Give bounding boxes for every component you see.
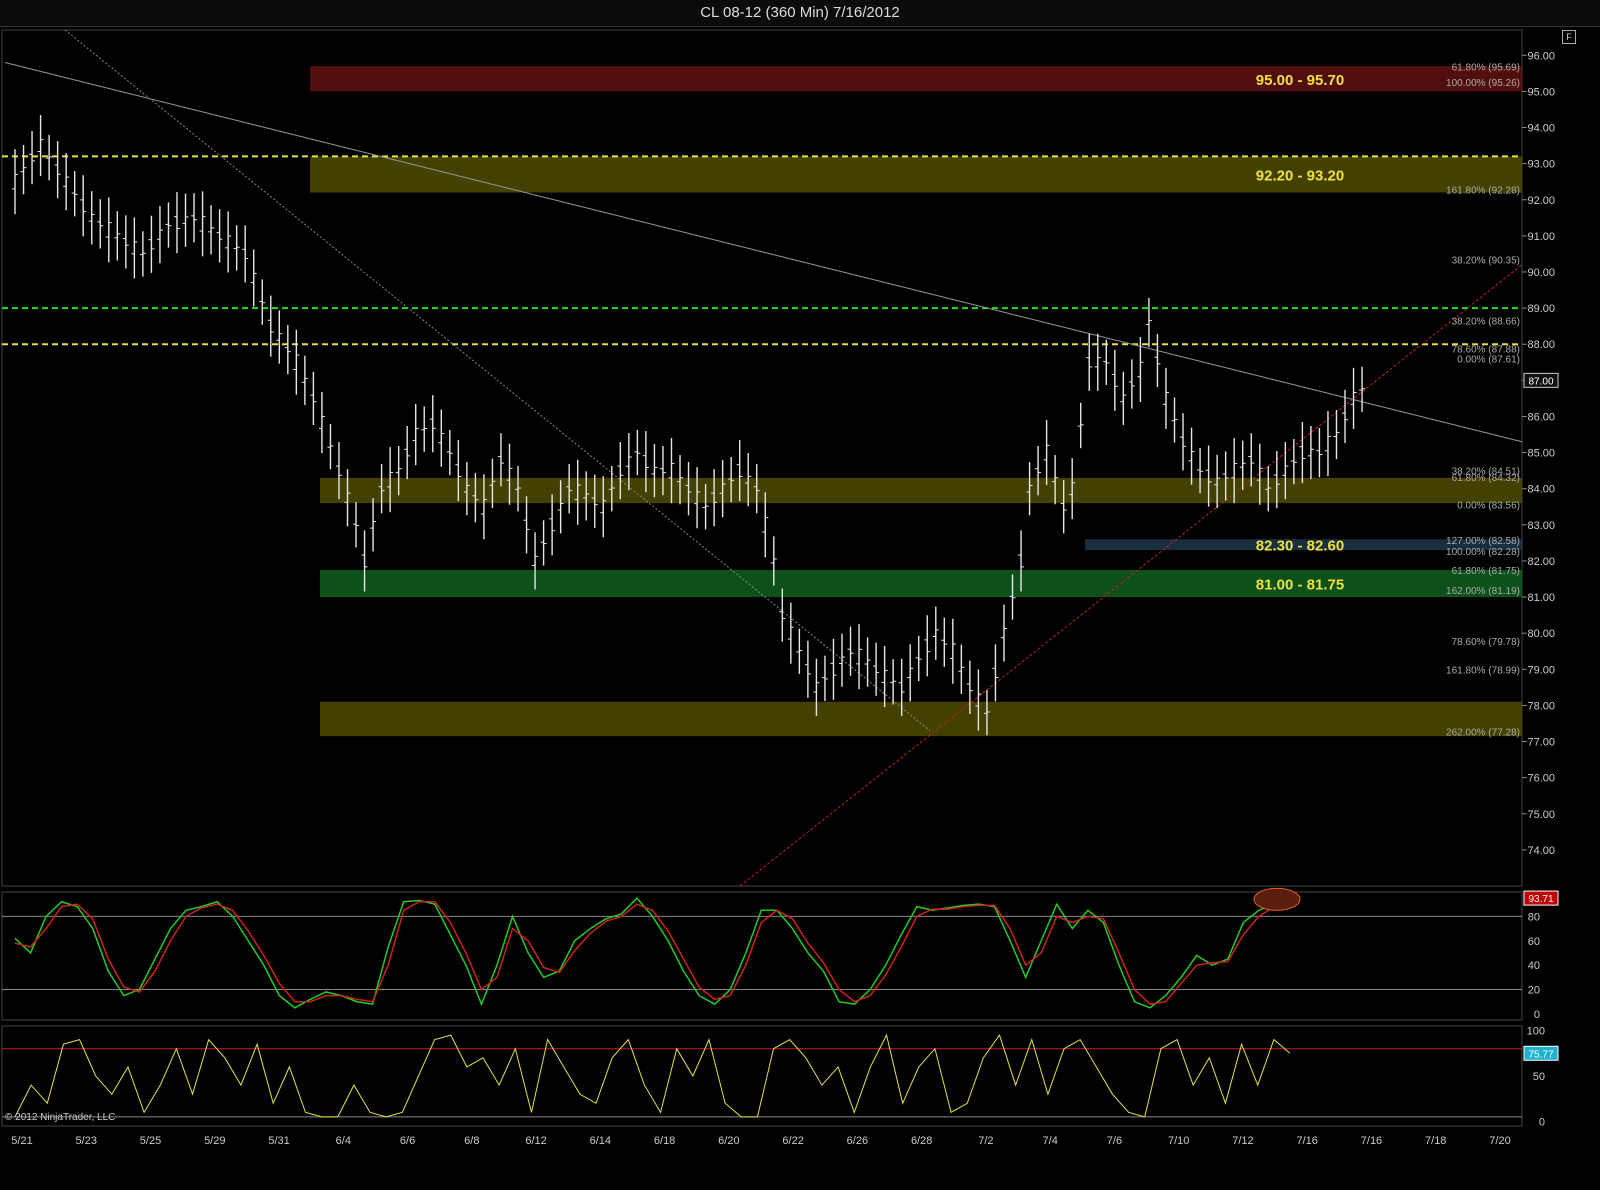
fib-label-15: 161.80% (78.99) [1446,666,1520,677]
chart-canvas[interactable]: 95.00 - 95.70 92.20 - 93.20 82.30 - 82.60 8… [0,26,1600,1190]
x-axis-label: 5/23 [76,1135,97,1147]
fib-label-16: 262.00% (77.28) [1446,727,1520,738]
stoch-ytick-label: 0 [1534,1009,1540,1021]
stoch-panel-frame [1,891,1523,1021]
price-ytick-label: 88.00 [1527,339,1555,351]
fib-label-14: 78.60% (79.78) [1452,637,1520,648]
price-ytick-label: 91.00 [1527,231,1555,243]
fib-label-2: 161.80% (92.28) [1446,186,1520,197]
last-price-label: 87.00 [1528,376,1553,387]
price-ytick-label: 85.00 [1527,448,1555,460]
price-ytick-label: 78.00 [1527,700,1555,712]
chart-title: CL 08-12 (360 Min) 7/16/2012 [700,4,900,21]
stoch-series-0 [14,896,1291,1009]
x-axis-label: 6/6 [400,1135,415,1147]
price-ytick-label: 94.00 [1527,123,1555,135]
x-axis-label: 7/2 [978,1135,993,1147]
x-axis-label: 6/4 [336,1135,351,1147]
price-ytick-label: 95.00 [1527,86,1555,98]
fib-label-1: 100.00% (95.26) [1446,78,1520,89]
x-axis-label: 7/18 [1425,1135,1446,1147]
fib-label-13: 162.00% (81.19) [1446,586,1520,597]
x-axis-label: 6/20 [718,1135,739,1147]
fib-label-6: 0.00% (87.61) [1457,354,1520,365]
trendline-diag [64,29,931,732]
stoch-readout: 93.71 [1528,894,1553,905]
copyright-text: © 2012 NinjaTrader, LLC [5,1112,115,1123]
price-ytick-label: 81.00 [1527,592,1555,604]
x-axis-label: 7/4 [1043,1135,1058,1147]
price-ytick-label: 79.00 [1527,664,1555,676]
x-axis-label: 6/18 [654,1135,675,1147]
x-axis-label: 6/14 [590,1135,611,1147]
fib-label-12: 61.80% (81.75) [1452,566,1520,577]
x-axis-label: 6/26 [847,1135,868,1147]
fib-label-0: 61.80% (95.69) [1452,62,1520,73]
price-ytick-label: 90.00 [1527,267,1555,279]
zone-label-3: 82.30 - 82.60 [1256,538,1344,555]
price-ytick-label: 86.00 [1527,411,1555,423]
zone-label-1: 92.20 - 93.20 [1256,167,1344,184]
x-axis-label: 7/16 [1297,1135,1318,1147]
fib-label-10: 127.00% (82.58) [1446,536,1520,547]
price-ytick-label: 75.00 [1527,809,1555,821]
price-ytick-label: 92.00 [1527,195,1555,207]
fib-label-8: 61.80% (84.32) [1452,473,1520,484]
x-axis-label: 7/16 [1361,1135,1382,1147]
stoch-ytick-label: 20 [1528,985,1540,997]
x-axis-label: 7/10 [1168,1135,1189,1147]
rsi-ytick-label: 50 [1533,1071,1545,1083]
price-ytick-label: 74.00 [1527,845,1555,857]
x-axis-label: 5/29 [204,1135,225,1147]
x-axis-label: 7/20 [1489,1135,1510,1147]
fib-label-9: 0.00% (83.56) [1457,501,1520,512]
x-axis-label: 5/31 [268,1135,289,1147]
price-ytick-label: 96.00 [1527,50,1555,62]
x-axis-label: 6/22 [782,1135,803,1147]
x-axis-label: 7/12 [1232,1135,1253,1147]
rsi-ytick-label: 0 [1539,1116,1545,1128]
x-axis-label: 6/8 [464,1135,479,1147]
price-ytick-label: 80.00 [1527,628,1555,640]
stoch-ytick-label: 60 [1528,936,1540,948]
price-ytick-label: 83.00 [1527,520,1555,532]
rsi-series-0 [14,1033,1291,1118]
rsi-readout: 75.77 [1528,1049,1553,1060]
zone-label-0: 95.00 - 95.70 [1256,72,1344,89]
title-bar: CL 08-12 (360 Min) 7/16/2012 [0,0,1600,27]
fib-label-4: 38.20% (88.66) [1452,316,1520,327]
fib-label-3: 38.20% (90.35) [1452,255,1520,266]
x-axis-label: 5/25 [140,1135,161,1147]
highlight-ellipse [1253,887,1301,911]
price-ytick-label: 77.00 [1527,737,1555,749]
rsi-panel-frame [1,1025,1523,1127]
price-ytick-label: 93.00 [1527,159,1555,171]
x-axis-label: 7/6 [1107,1135,1122,1147]
rsi-ytick-label: 100 [1527,1026,1545,1038]
zone-5 [320,701,1522,737]
trendline-down [4,62,1523,443]
price-ytick-label: 76.00 [1527,773,1555,785]
stoch-ytick-label: 80 [1528,911,1540,923]
stoch-ytick-label: 40 [1528,960,1540,972]
price-ytick-label: 89.00 [1527,303,1555,315]
x-axis-label: 6/12 [525,1135,546,1147]
x-axis-label: 6/28 [911,1135,932,1147]
price-ytick-label: 82.00 [1527,556,1555,568]
fib-label-11: 100.00% (82.28) [1446,547,1520,558]
x-axis-label: 5/21 [11,1135,32,1147]
price-ytick-label: 84.00 [1527,484,1555,496]
zone-label-4: 81.00 - 81.75 [1256,577,1344,594]
